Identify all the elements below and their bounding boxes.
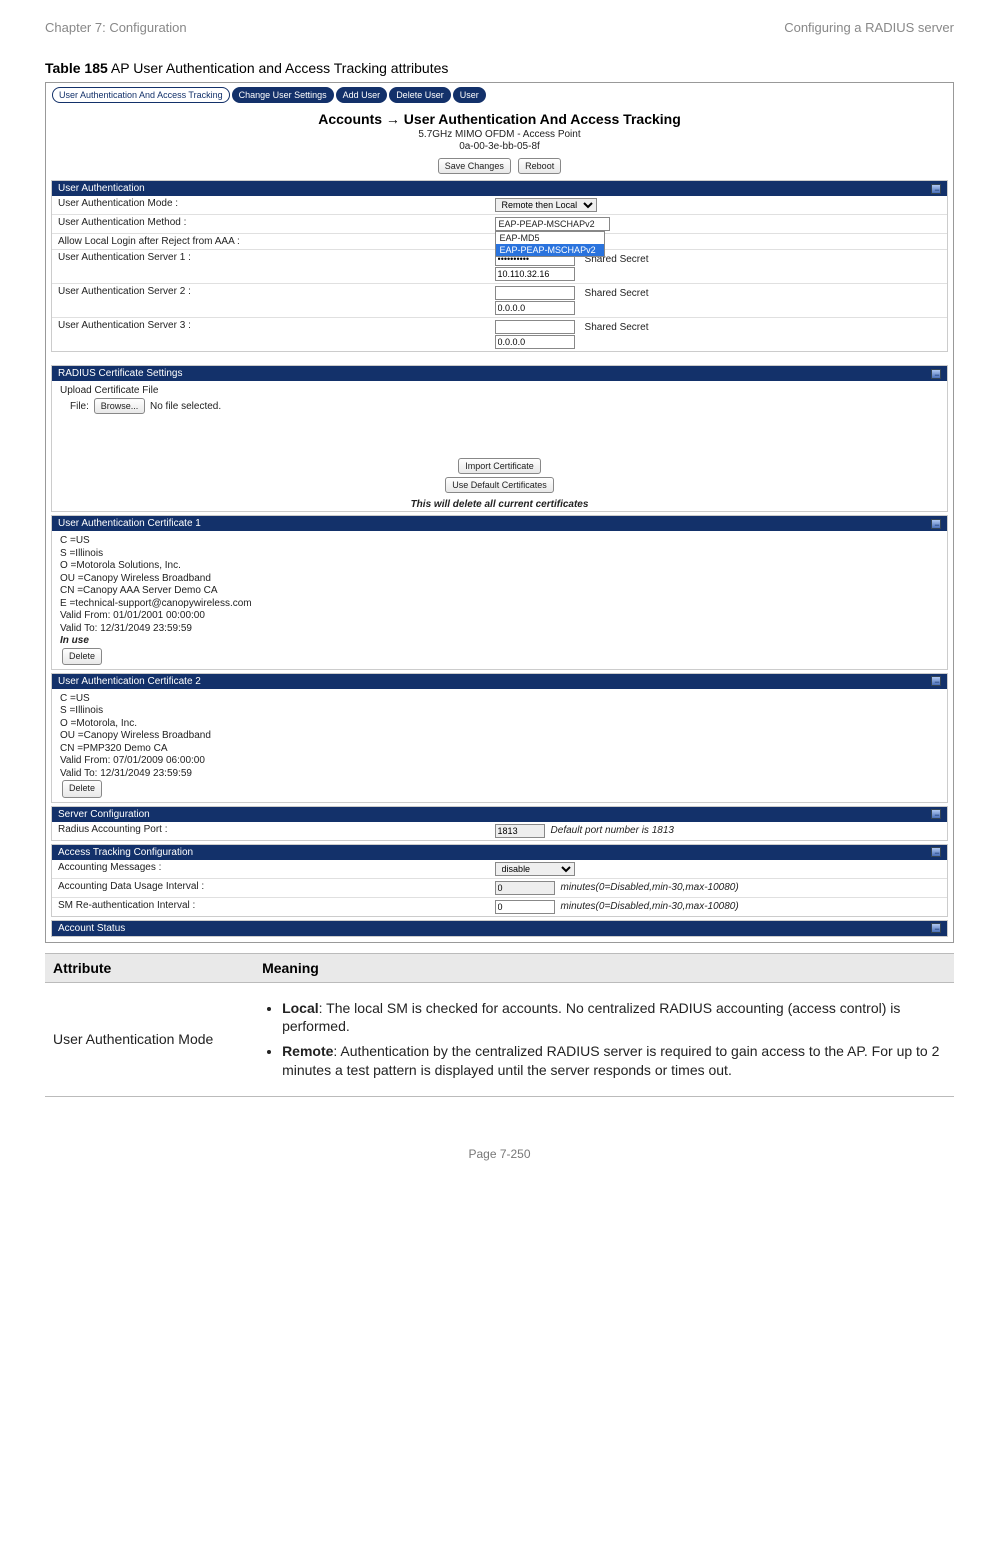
collapse-icon[interactable]: − — [931, 809, 941, 819]
data-usage-interval-label: Accounting Data Usage Interval : — [52, 879, 491, 897]
attr-name: User Authentication Mode — [45, 982, 254, 1097]
panel-header: User Authentication Certificate 1 — [58, 518, 201, 529]
auth-method-label: User Authentication Method : — [52, 215, 491, 233]
shared-secret-label: Shared Secret — [585, 322, 649, 333]
panel-header: RADIUS Certificate Settings — [58, 368, 183, 379]
server3-ip[interactable] — [495, 335, 575, 349]
user-auth-cert2-panel: User Authentication Certificate 2 − C =US… — [51, 673, 948, 803]
collapse-icon[interactable]: − — [931, 847, 941, 857]
browse-button[interactable]: Browse... — [94, 398, 146, 414]
tab-change-user-settings[interactable]: Change User Settings — [232, 87, 334, 103]
device-mac: 0a-00-3e-bb-05-8f — [48, 141, 951, 152]
access-tracking-panel: Access Tracking Configuration − Accountin… — [51, 844, 948, 917]
collapse-icon[interactable]: − — [931, 369, 941, 379]
page-title: Accounts → User Authentication And Acces… — [48, 111, 951, 127]
server3-secret[interactable] — [495, 320, 575, 334]
delete-cert2-button[interactable]: Delete — [62, 780, 102, 797]
server1-ip[interactable] — [495, 267, 575, 281]
tab-delete-user[interactable]: Delete User — [389, 87, 451, 103]
attributes-table: AttributeMeaning User Authentication Mod… — [45, 953, 954, 1098]
table-caption: Table 185 AP User Authentication and Acc… — [45, 60, 954, 76]
server2-ip[interactable] — [495, 301, 575, 315]
auth-method-select[interactable]: EAP-PEAP-MSCHAPv2 — [495, 217, 610, 231]
upload-cert-label: Upload Certificate File — [60, 385, 939, 396]
panel-header: User Authentication Certificate 2 — [58, 676, 201, 687]
panel-header: Server Configuration — [58, 809, 150, 820]
save-changes-button[interactable]: Save Changes — [438, 158, 511, 174]
reauth-note: minutes(0=Disabled,min-30,max-10080) — [561, 901, 739, 912]
chapter-label: Chapter 7: Configuration — [45, 20, 187, 35]
delete-warning: This will delete all current certificate… — [52, 499, 947, 510]
cert2-details: C =USS =IllinoisO =Motorola, Inc.OU =Can… — [52, 689, 947, 802]
account-status-panel: Account Status − — [51, 920, 948, 937]
section-label: Configuring a RADIUS server — [784, 20, 954, 35]
panel-header: User Authentication — [58, 183, 145, 194]
tab-user[interactable]: User — [453, 87, 486, 103]
th-attribute: Attribute — [45, 953, 254, 982]
in-use-label: In use — [60, 635, 939, 648]
auth-method-dropdown: EAP-MD5 EAP-PEAP-MSCHAPv2 — [495, 231, 605, 257]
server2-label: User Authentication Server 2 : — [52, 284, 491, 317]
delete-cert1-button[interactable]: Delete — [62, 648, 102, 665]
cert1-details: C =USS =IllinoisO =Motorola Solutions, I… — [52, 531, 947, 669]
radius-port-input[interactable] — [495, 824, 545, 838]
tab-add-user[interactable]: Add User — [336, 87, 388, 103]
auth-method-option-peap[interactable]: EAP-PEAP-MSCHAPv2 — [496, 244, 604, 256]
data-usage-interval-input[interactable] — [495, 881, 555, 895]
use-default-certs-button[interactable]: Use Default Certificates — [445, 477, 554, 493]
radius-port-note: Default port number is 1813 — [551, 825, 674, 836]
import-certificate-button[interactable]: Import Certificate — [458, 458, 541, 474]
auth-method-option-md5[interactable]: EAP-MD5 — [496, 232, 604, 244]
allow-local-label: Allow Local Login after Reject from AAA … — [52, 234, 491, 249]
panel-header: Account Status — [58, 923, 125, 934]
server-config-panel: Server Configuration − Radius Accounting … — [51, 806, 948, 841]
th-meaning: Meaning — [254, 953, 954, 982]
server1-label: User Authentication Server 1 : — [52, 250, 491, 283]
page-number: Page 7-250 — [45, 1147, 954, 1161]
panel-header: Access Tracking Configuration — [58, 847, 193, 858]
acct-messages-label: Accounting Messages : — [52, 860, 491, 878]
collapse-icon[interactable]: − — [931, 519, 941, 529]
acct-messages-select[interactable]: disable — [495, 862, 575, 876]
screenshot-container: User Authentication And Access Tracking … — [45, 82, 954, 943]
auth-mode-label: User Authentication Mode : — [52, 196, 491, 214]
reauth-interval-label: SM Re-authentication Interval : — [52, 898, 491, 916]
radius-cert-settings-panel: RADIUS Certificate Settings − Upload Cert… — [51, 365, 948, 512]
reboot-button[interactable]: Reboot — [518, 158, 561, 174]
radius-port-label: Radius Accounting Port : — [52, 822, 491, 840]
tab-bar: User Authentication And Access Tracking … — [48, 85, 951, 105]
server2-secret[interactable] — [495, 286, 575, 300]
device-model: 5.7GHz MIMO OFDM - Access Point — [48, 129, 951, 140]
data-usage-note: minutes(0=Disabled,min-30,max-10080) — [561, 882, 739, 893]
reauth-interval-input[interactable] — [495, 900, 555, 914]
server3-label: User Authentication Server 3 : — [52, 318, 491, 351]
file-label: File: — [70, 401, 89, 412]
collapse-icon[interactable]: − — [931, 923, 941, 933]
shared-secret-label: Shared Secret — [585, 288, 649, 299]
no-file-selected: No file selected. — [150, 401, 221, 412]
attr-meaning: Local: The local SM is checked for accou… — [254, 982, 954, 1097]
user-auth-cert1-panel: User Authentication Certificate 1 − C =US… — [51, 515, 948, 670]
tab-user-auth-tracking[interactable]: User Authentication And Access Tracking — [52, 87, 230, 103]
user-authentication-panel: User Authentication − User Authentication… — [51, 180, 948, 352]
collapse-icon[interactable]: − — [931, 184, 941, 194]
auth-mode-select[interactable]: Remote then Local — [495, 198, 597, 212]
collapse-icon[interactable]: − — [931, 676, 941, 686]
